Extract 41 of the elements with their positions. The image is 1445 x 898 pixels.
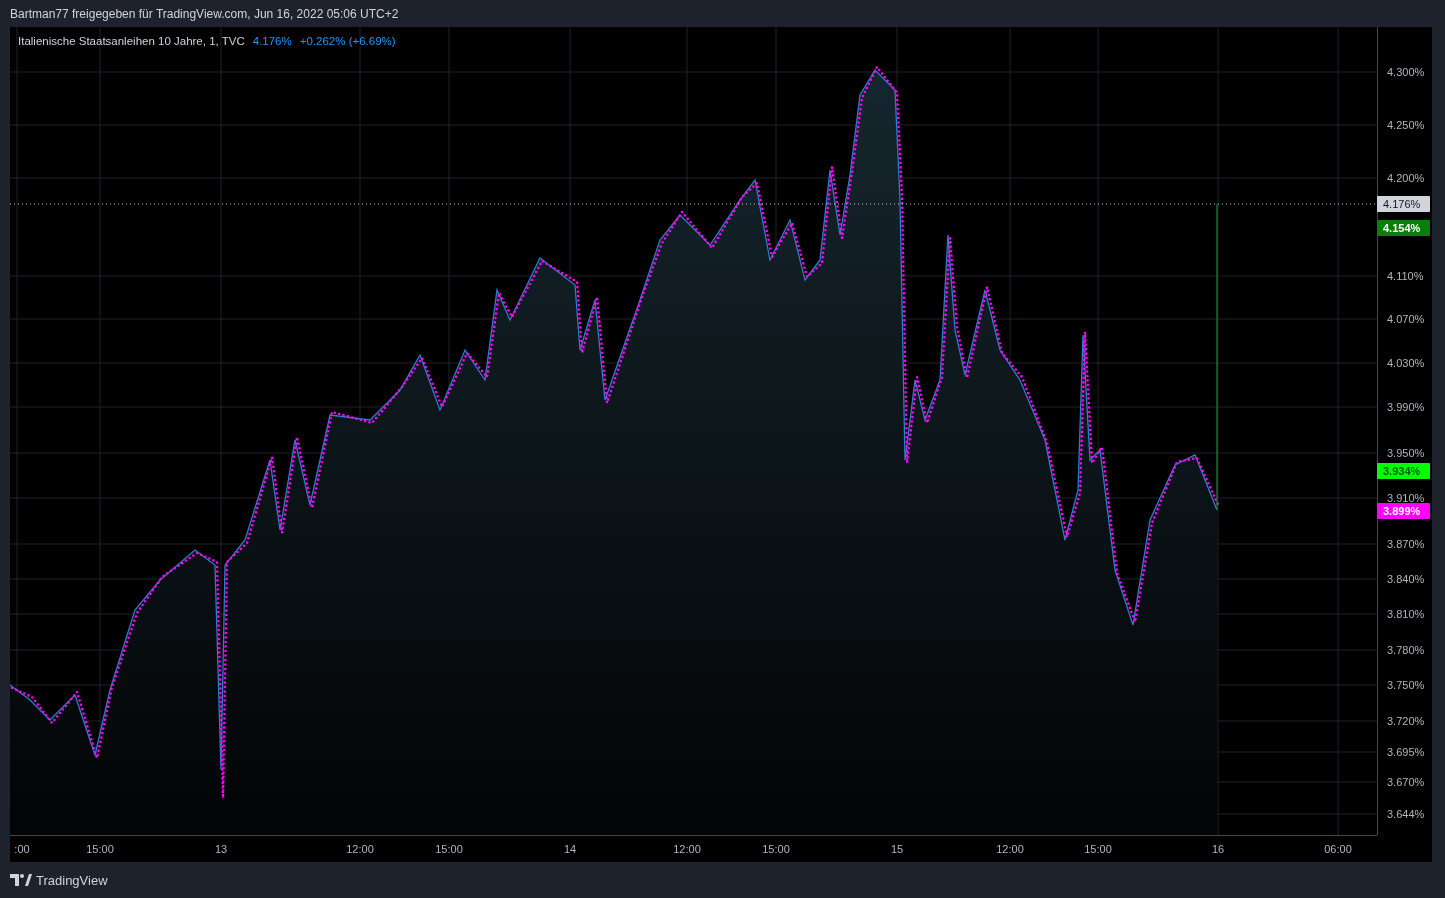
time-tick: 16 <box>1211 843 1225 855</box>
price-change: +0.262% (+6.69%) <box>299 35 396 47</box>
time-tick: 15:00 <box>762 843 790 855</box>
price-tick: 4.200% <box>1387 172 1425 184</box>
price-tick: 4.250% <box>1387 119 1425 131</box>
time-tick: 15:00 <box>1084 843 1112 855</box>
tradingview-logo-text: TradingView <box>36 872 108 888</box>
price-tick: 3.750% <box>1387 679 1425 691</box>
price-tick: 4.300% <box>1387 66 1425 78</box>
price-tick: 3.840% <box>1387 573 1425 585</box>
last-price: 4.176% <box>252 35 292 47</box>
price-tick: 3.670% <box>1387 776 1425 788</box>
price-tick: 3.720% <box>1387 715 1425 727</box>
price-label: 3.934% <box>1377 463 1430 479</box>
time-tick: 12:00 <box>996 843 1024 855</box>
price-tick: 3.780% <box>1387 644 1425 656</box>
price-label: 3.899% <box>1377 503 1430 519</box>
time-tick: :00 <box>14 843 30 855</box>
price-tick: 4.110% <box>1387 270 1424 282</box>
price-tick: 4.070% <box>1387 313 1425 325</box>
share-caption: Bartman77 freigegeben für TradingView.com, Jun 16, 2022 05:06 UTC+2 <box>10 6 399 21</box>
time-tick: 12:00 <box>346 843 374 855</box>
price-tick: 4.030% <box>1387 357 1425 369</box>
price-tick: 3.644% <box>1387 808 1425 820</box>
price-label: 4.176% <box>1377 196 1430 212</box>
time-tick: 15 <box>890 843 904 855</box>
price-tick: 3.870% <box>1387 538 1425 550</box>
symbol-title: Italienische Staatsanleihen 10 Jahre, 1, TVC <box>18 35 245 47</box>
price-label: 4.154% <box>1377 220 1430 236</box>
price-tick: 3.990% <box>1387 401 1425 413</box>
price-tick: 3.910% <box>1387 492 1425 504</box>
time-tick: 12:00 <box>673 843 701 855</box>
logo-icon <box>10 874 32 886</box>
price-tick: 3.695% <box>1387 746 1425 758</box>
price-tick: 3.950% <box>1387 447 1425 459</box>
time-tick: 13 <box>214 843 228 855</box>
time-tick: 15:00 <box>435 843 463 855</box>
price-tick: 3.810% <box>1387 608 1425 620</box>
time-tick: 06:00 <box>1324 843 1352 855</box>
time-tick: 15:00 <box>86 843 114 855</box>
time-tick: 14 <box>563 843 577 855</box>
